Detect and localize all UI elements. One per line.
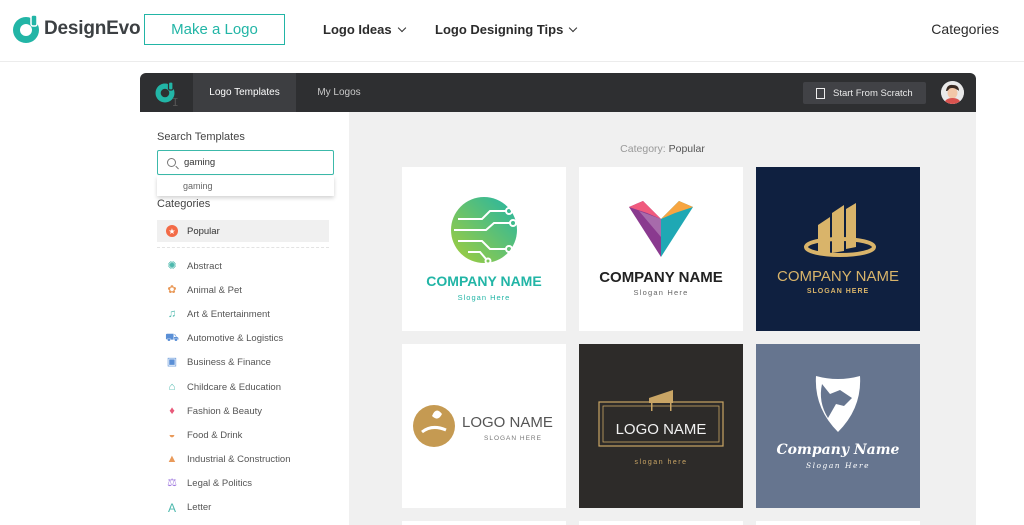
category-abstract[interactable]: ✺ Abstract xyxy=(165,254,291,278)
category-label: Food & Drink xyxy=(187,429,243,441)
template-search-box[interactable] xyxy=(157,150,334,175)
category-label: Legal & Politics xyxy=(187,478,252,490)
category-childcare-education[interactable]: ⌂ Childcare & Education xyxy=(165,375,291,399)
tab-logo-templates[interactable]: Logo Templates xyxy=(193,73,296,112)
category-animal-pet[interactable]: ✿ Animal & Pet xyxy=(165,278,291,302)
template-slogan: SLOGAN HERE xyxy=(484,435,542,442)
paw-icon: ✿ xyxy=(167,283,177,296)
category-popular[interactable]: ★ Popular xyxy=(157,220,329,242)
category-popular-label: Popular xyxy=(187,225,220,237)
category-value: Popular xyxy=(668,143,705,155)
designevo-logo-icon xyxy=(13,14,39,43)
category-label: Business & Finance xyxy=(187,357,271,369)
category-list: ✺ Abstract ✿ Animal & Pet ♫ Art & Entert… xyxy=(165,254,291,520)
template-slogan: Slogan Here xyxy=(806,461,870,470)
template-slogan: Slogan Here xyxy=(458,293,511,302)
music-note-icon: ♫ xyxy=(167,307,177,320)
letter-a-icon: A xyxy=(167,500,176,515)
app-toolbar: Logo Templates My Logos Start From Scrat… xyxy=(140,73,976,112)
template-card[interactable]: LOGO NAME SLOGAN HERE xyxy=(402,344,566,508)
category-food-drink[interactable]: ◒ Food & Drink xyxy=(165,423,291,447)
templates-grid-area: Category: Popular COMPANY NAME Slogan He… xyxy=(349,112,976,525)
nav-categories[interactable]: Categories xyxy=(931,21,999,37)
template-card[interactable]: COMPANY NAME SLOGAN HERE xyxy=(756,167,920,331)
template-title: LOGO NAME xyxy=(616,421,707,438)
templates-sidebar: Search Templates gaming Categories ★ Pop… xyxy=(140,112,349,525)
search-templates-heading: Search Templates xyxy=(157,131,245,143)
nav-logo-ideas-label: Logo Ideas xyxy=(323,22,392,37)
category-prefix: Category: xyxy=(620,143,666,155)
template-title: LOGO NAME xyxy=(462,414,553,431)
start-from-scratch-label: Start From Scratch xyxy=(833,87,913,99)
atom-icon: ✺ xyxy=(167,259,177,272)
category-label: Fashion & Beauty xyxy=(187,405,262,417)
category-label: Animal & Pet xyxy=(187,284,242,296)
chevron-down-icon xyxy=(397,23,406,32)
scales-icon: ⚖ xyxy=(167,477,177,490)
template-slogan: slogan here xyxy=(634,459,687,466)
template-title: COMPANY NAME xyxy=(426,273,541,289)
star-icon: ★ xyxy=(166,225,178,237)
make-a-logo-button[interactable]: Make a Logo xyxy=(144,14,285,45)
car-icon: ⛟ xyxy=(165,332,179,345)
template-card[interactable]: COMPANY NAME Slogan Here xyxy=(402,167,566,331)
template-card-partial[interactable] xyxy=(756,521,920,525)
category-industrial-construction[interactable]: ▲ Industrial & Construction xyxy=(165,448,291,472)
category-label: Abstract xyxy=(187,260,222,272)
hand-leaf-logo-icon xyxy=(413,405,455,447)
template-search-input[interactable] xyxy=(184,157,314,168)
categories-heading: Categories xyxy=(157,198,211,210)
template-card[interactable]: Company Name Slogan Here xyxy=(756,344,920,508)
designevo-logo[interactable]: DesignEvo xyxy=(11,14,141,44)
template-slogan: SLOGAN HERE xyxy=(807,288,869,295)
user-avatar[interactable] xyxy=(941,81,964,104)
category-label: Automotive & Logistics xyxy=(187,333,284,345)
template-title: Company Name xyxy=(777,442,900,458)
briefcase-icon: ▣ xyxy=(166,356,178,369)
category-art-entertainment[interactable]: ♫ Art & Entertainment xyxy=(165,302,291,326)
template-card-partial[interactable] xyxy=(579,521,743,525)
graduation-cap-icon: ⌂ xyxy=(168,380,176,393)
template-title: COMPANY NAME xyxy=(777,268,899,285)
category-automotive-logistics[interactable]: ⛟ Automotive & Logistics xyxy=(165,327,291,351)
document-icon xyxy=(816,87,825,99)
text-cursor-icon: I xyxy=(172,96,179,109)
current-category: Category: Popular xyxy=(349,143,976,155)
category-label: Letter xyxy=(187,502,212,514)
template-card[interactable]: LOGO NAME slogan here xyxy=(579,344,743,508)
category-business-finance[interactable]: ▣ Business & Finance xyxy=(165,351,291,375)
nav-logo-designing-tips-label: Logo Designing Tips xyxy=(435,22,564,37)
diamond-icon: ♦ xyxy=(169,404,175,417)
category-letter[interactable]: A Letter xyxy=(165,496,291,520)
category-fashion-beauty[interactable]: ♦ Fashion & Beauty xyxy=(165,399,291,423)
category-divider xyxy=(157,247,329,248)
nav-logo-designing-tips[interactable]: Logo Designing Tips xyxy=(435,22,578,37)
avatar-icon xyxy=(941,81,964,104)
category-legal-politics[interactable]: ⚖ Legal & Politics xyxy=(165,472,291,496)
search-icon xyxy=(167,158,176,167)
chevron-down-icon xyxy=(569,23,578,32)
category-label: Childcare & Education xyxy=(187,381,281,393)
template-slogan: Slogan Here xyxy=(634,288,689,297)
logo-maker-app: Logo Templates My Logos Start From Scrat… xyxy=(140,73,976,525)
category-label: Industrial & Construction xyxy=(187,454,291,466)
template-title: COMPANY NAME xyxy=(599,269,723,286)
construction-icon: ▲ xyxy=(166,453,178,466)
site-header: DesignEvo Make a Logo Logo Ideas Logo De… xyxy=(0,0,1024,62)
category-label: Art & Entertainment xyxy=(187,308,270,320)
start-from-scratch-button[interactable]: Start From Scratch xyxy=(803,82,926,104)
tab-my-logos[interactable]: My Logos xyxy=(300,73,378,112)
brand-name: DesignEvo xyxy=(44,18,141,39)
food-icon: ◒ xyxy=(168,428,176,441)
template-card-partial[interactable] xyxy=(402,521,566,525)
template-card[interactable]: COMPANY NAME Slogan Here xyxy=(579,167,743,331)
nav-logo-ideas[interactable]: Logo Ideas xyxy=(323,22,406,37)
search-suggestion[interactable]: gaming xyxy=(157,176,334,196)
